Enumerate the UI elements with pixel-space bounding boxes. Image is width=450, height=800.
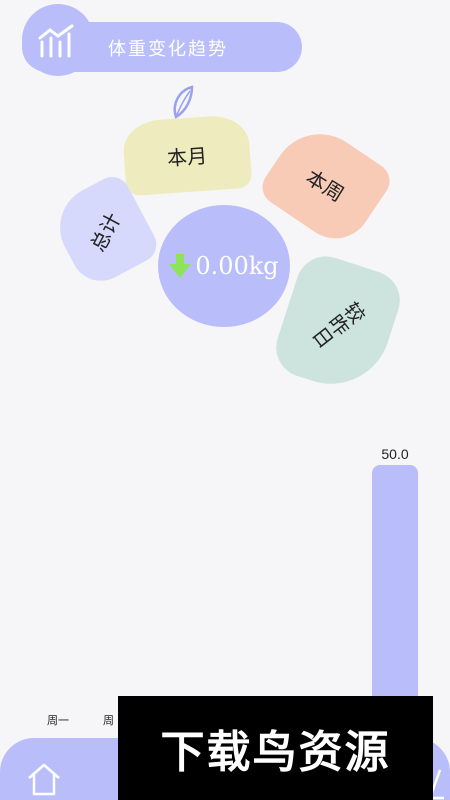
bar-data-label: 50.0 [381, 446, 409, 462]
segment-this-month-label: 本月 [166, 143, 208, 170]
segment-total-label: 总计 [85, 208, 126, 255]
bar-chart-icon [38, 24, 74, 58]
leaf-icon [173, 85, 194, 119]
arrow-down-icon [169, 254, 192, 278]
header-icon-badge [22, 4, 94, 76]
page-title: 体重变化趋势 [108, 39, 228, 60]
segment-this-month[interactable]: 本月 [121, 113, 253, 197]
watermark: 下载鸟资源 [118, 696, 433, 800]
x-tick-label: 周一 [47, 715, 69, 727]
weight-change-value: 0.00kg [195, 252, 279, 280]
weight-change-display: 0.00kg [158, 205, 290, 327]
segment-vs-yesterday-label: 较昨日 [306, 295, 369, 352]
chart-bar [372, 465, 418, 715]
x-tick-label: 周 [103, 715, 114, 727]
segment-this-week-label: 本周 [301, 164, 349, 207]
watermark-text: 下载鸟资源 [160, 727, 391, 778]
home-icon[interactable] [26, 762, 62, 796]
title-pill: 体重变化趋势 [22, 4, 302, 76]
